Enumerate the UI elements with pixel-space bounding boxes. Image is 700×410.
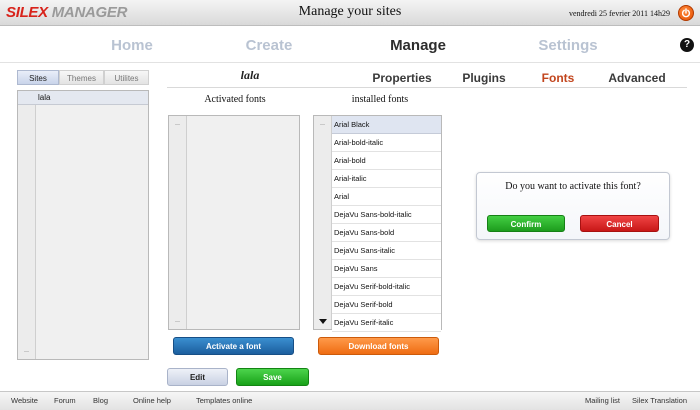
gutter-tick bbox=[24, 351, 29, 352]
power-icon[interactable] bbox=[678, 5, 694, 21]
nav-home[interactable]: Home bbox=[92, 37, 172, 55]
footer-link-silex-translation[interactable]: Silex Translation bbox=[632, 396, 687, 405]
save-button[interactable]: Save bbox=[236, 368, 309, 386]
sites-list[interactable]: lala bbox=[17, 90, 149, 360]
font-row[interactable]: Arial-bold-italic bbox=[332, 134, 441, 152]
gutter-tick bbox=[175, 124, 180, 125]
footer-link-templates-online[interactable]: Templates online bbox=[196, 396, 252, 405]
activate-font-button[interactable]: Activate a font bbox=[173, 337, 294, 355]
scroll-down-icon[interactable] bbox=[319, 319, 327, 324]
tab-plugins[interactable]: Plugins bbox=[452, 71, 516, 85]
dialog-message: Do you want to activate this font? bbox=[505, 181, 641, 192]
confirm-button[interactable]: Confirm bbox=[487, 215, 565, 232]
footer-link-blog[interactable]: Blog bbox=[93, 396, 108, 405]
tab-fonts[interactable]: Fonts bbox=[532, 71, 584, 85]
installed-list-gutter bbox=[314, 116, 332, 329]
footer-link-online-help[interactable]: Online help bbox=[133, 396, 171, 405]
font-row[interactable]: DejaVu Serif-bold-italic bbox=[332, 278, 441, 296]
activated-list-gutter bbox=[169, 116, 187, 329]
installed-fonts-list[interactable]: Arial Black Arial-bold-italic Arial-bold… bbox=[313, 115, 442, 332]
font-row[interactable]: DejaVu Serif-bold bbox=[332, 296, 441, 314]
font-row[interactable]: Arial bbox=[332, 188, 441, 206]
section-divider bbox=[167, 87, 687, 88]
installed-fonts-header: installed fonts bbox=[351, 94, 409, 105]
gutter-tick bbox=[320, 124, 325, 125]
download-fonts-button[interactable]: Download fonts bbox=[318, 337, 439, 355]
font-row[interactable]: DejaVu Serif-italic bbox=[332, 314, 441, 332]
footer-link-mailing-list[interactable]: Mailing list bbox=[585, 396, 620, 405]
gutter-tick bbox=[175, 321, 180, 322]
footer-link-forum[interactable]: Forum bbox=[54, 396, 76, 405]
tab-utilites[interactable]: Utilites bbox=[104, 70, 149, 85]
edit-button[interactable]: Edit bbox=[167, 368, 228, 386]
font-row[interactable]: DejaVu Sans-bold-italic bbox=[332, 206, 441, 224]
font-row[interactable]: Arial-bold bbox=[332, 152, 441, 170]
confirm-dialog: Do you want to activate this font? Confi… bbox=[476, 172, 670, 240]
logo-silex: SILEX bbox=[6, 4, 48, 21]
tab-properties[interactable]: Properties bbox=[360, 71, 444, 85]
nav-divider bbox=[0, 62, 700, 63]
datetime-label: vendredi 25 fevrier 2011 14h29 bbox=[568, 9, 670, 18]
activated-fonts-list[interactable] bbox=[168, 115, 300, 330]
tab-themes[interactable]: Themes bbox=[59, 70, 104, 85]
app-logo: SILEX MANAGER bbox=[6, 4, 127, 21]
sites-list-gutter bbox=[18, 91, 36, 359]
nav-settings[interactable]: Settings bbox=[528, 37, 608, 55]
font-row[interactable]: DejaVu Sans bbox=[332, 260, 441, 278]
tab-sites[interactable]: Sites bbox=[17, 70, 59, 85]
help-icon[interactable]: ? bbox=[680, 38, 694, 52]
footer-link-website[interactable]: Website bbox=[11, 396, 38, 405]
tab-advanced[interactable]: Advanced bbox=[603, 71, 671, 85]
activated-fonts-header: Activated fonts bbox=[204, 94, 266, 105]
window-title: Manage your sites bbox=[298, 4, 402, 19]
site-row-lala[interactable]: lala bbox=[18, 91, 148, 105]
logo-manager: MANAGER bbox=[47, 4, 128, 21]
font-row[interactable]: Arial Black bbox=[332, 116, 441, 134]
font-row[interactable]: Arial-italic bbox=[332, 170, 441, 188]
nav-create[interactable]: Create bbox=[229, 37, 309, 55]
font-row[interactable]: DejaVu Sans-bold bbox=[332, 224, 441, 242]
font-row[interactable]: DejaVu Sans-italic bbox=[332, 242, 441, 260]
site-title: lala bbox=[240, 68, 260, 82]
nav-manage[interactable]: Manage bbox=[378, 37, 458, 55]
site-name-label: lala bbox=[38, 93, 51, 102]
cancel-button[interactable]: Cancel bbox=[580, 215, 659, 232]
